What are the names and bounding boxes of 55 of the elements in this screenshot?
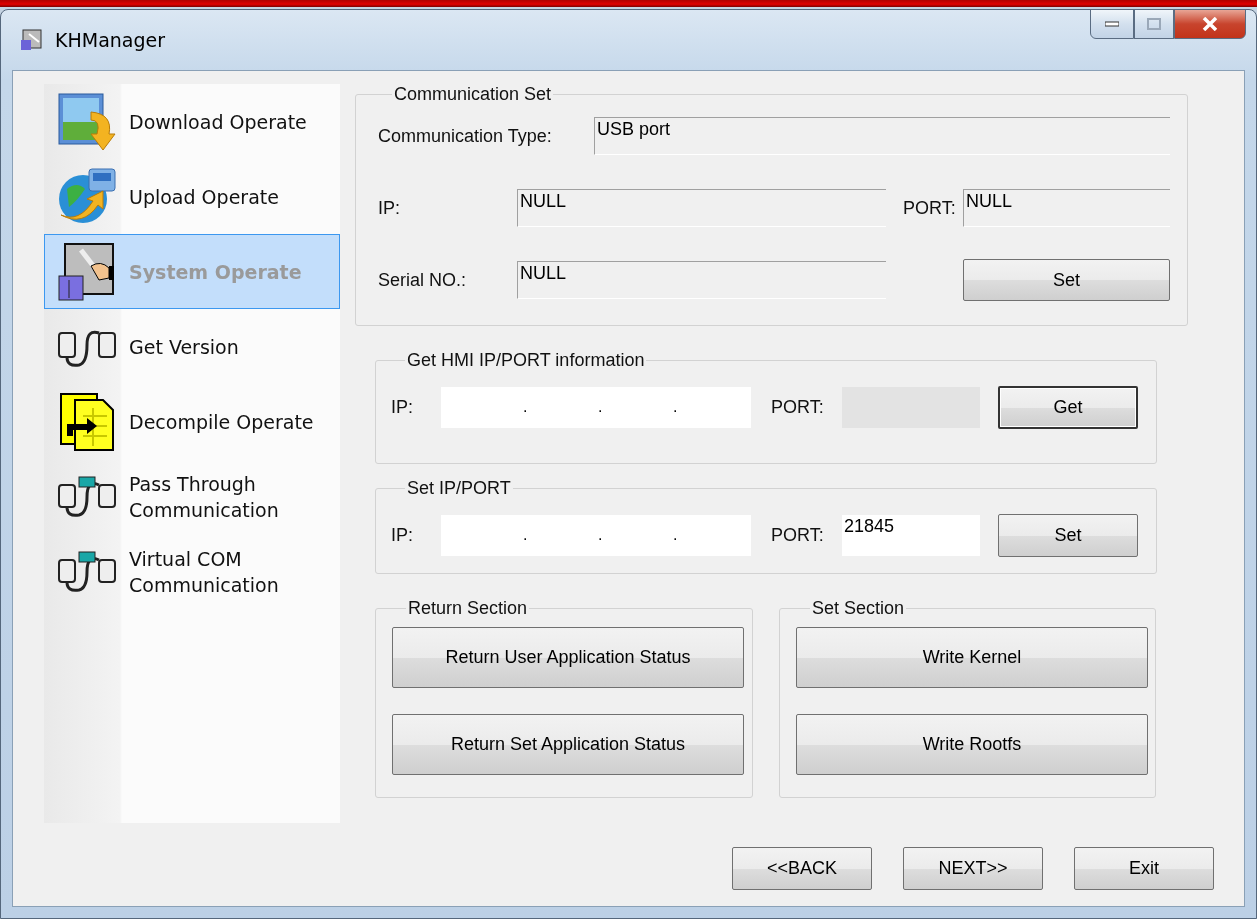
sidebar-item[interactable]: Download Operate <box>44 84 340 159</box>
field-label: Serial NO.: <box>378 269 468 291</box>
window-title: KHManager <box>55 29 167 51</box>
group-title: Set Section <box>811 598 906 619</box>
ip-address-field[interactable]: . . . <box>441 386 751 428</box>
ip-separator: . <box>673 398 679 416</box>
wrench-hand-icon <box>57 241 117 302</box>
app-icon <box>21 28 45 52</box>
ip-separator: . <box>673 526 679 544</box>
ip-separator: . <box>598 398 604 416</box>
close-icon <box>1202 17 1218 31</box>
minimize-icon <box>1105 21 1119 27</box>
action-button[interactable]: Return Set Application Status <box>392 714 744 775</box>
nav-button[interactable]: <<BACK <box>732 847 872 890</box>
ip-address-field[interactable]: . . . <box>441 514 751 556</box>
ip-field[interactable]: NULL <box>517 189 886 227</box>
sidebar-item[interactable]: Upload Operate <box>44 159 340 234</box>
field-label: IP: <box>391 524 414 546</box>
group-title: Communication Set <box>393 84 553 105</box>
field-label: PORT: <box>771 524 825 546</box>
field-label: PORT: <box>903 197 957 219</box>
field-label: IP: <box>378 197 401 219</box>
close-button[interactable] <box>1174 9 1246 39</box>
set-button[interactable]: Set <box>963 259 1170 301</box>
field-label: IP: <box>391 396 414 418</box>
cable-screen-icon <box>57 474 117 519</box>
port-field[interactable]: NULL <box>963 189 1170 227</box>
ip-separator: . <box>523 398 529 416</box>
serial-field[interactable]: NULL <box>517 261 886 299</box>
ip-separator: . <box>523 526 529 544</box>
group-title: Get HMI IP/PORT information <box>406 350 646 371</box>
group-title: Return Section <box>407 598 529 619</box>
sidebar-item[interactable]: Get Version <box>44 309 340 384</box>
sidebar-item[interactable]: Pass Through Communication <box>44 459 340 534</box>
action-button[interactable]: Write Kernel <box>796 627 1148 688</box>
get-button[interactable]: Get <box>998 385 1138 429</box>
maximize-icon <box>1147 18 1161 30</box>
field-label: PORT: <box>771 396 825 418</box>
cable-screen-icon <box>57 549 117 594</box>
communication-type-field[interactable]: USB port <box>594 117 1170 155</box>
nav-button[interactable]: Exit <box>1074 847 1214 890</box>
picture-arrow-icon <box>57 91 117 152</box>
nav-button[interactable]: NEXT>> <box>903 847 1043 890</box>
ip-separator: . <box>598 526 604 544</box>
minimize-button[interactable] <box>1090 9 1134 39</box>
action-button[interactable]: Write Rootfs <box>796 714 1148 775</box>
field-label: Communication Type: <box>378 125 553 147</box>
sidebar-item[interactable]: Virtual COM Communication <box>44 534 340 609</box>
action-button[interactable]: Return User Application Status <box>392 627 744 688</box>
sidebar-item[interactable]: Decompile Operate <box>44 384 340 459</box>
port-field[interactable]: 21845 <box>842 514 980 556</box>
group-title: Set IP/PORT <box>406 478 512 499</box>
maximize-button[interactable] <box>1134 9 1174 39</box>
set-button[interactable]: Set <box>998 513 1138 557</box>
document-arrow-icon <box>57 391 117 452</box>
